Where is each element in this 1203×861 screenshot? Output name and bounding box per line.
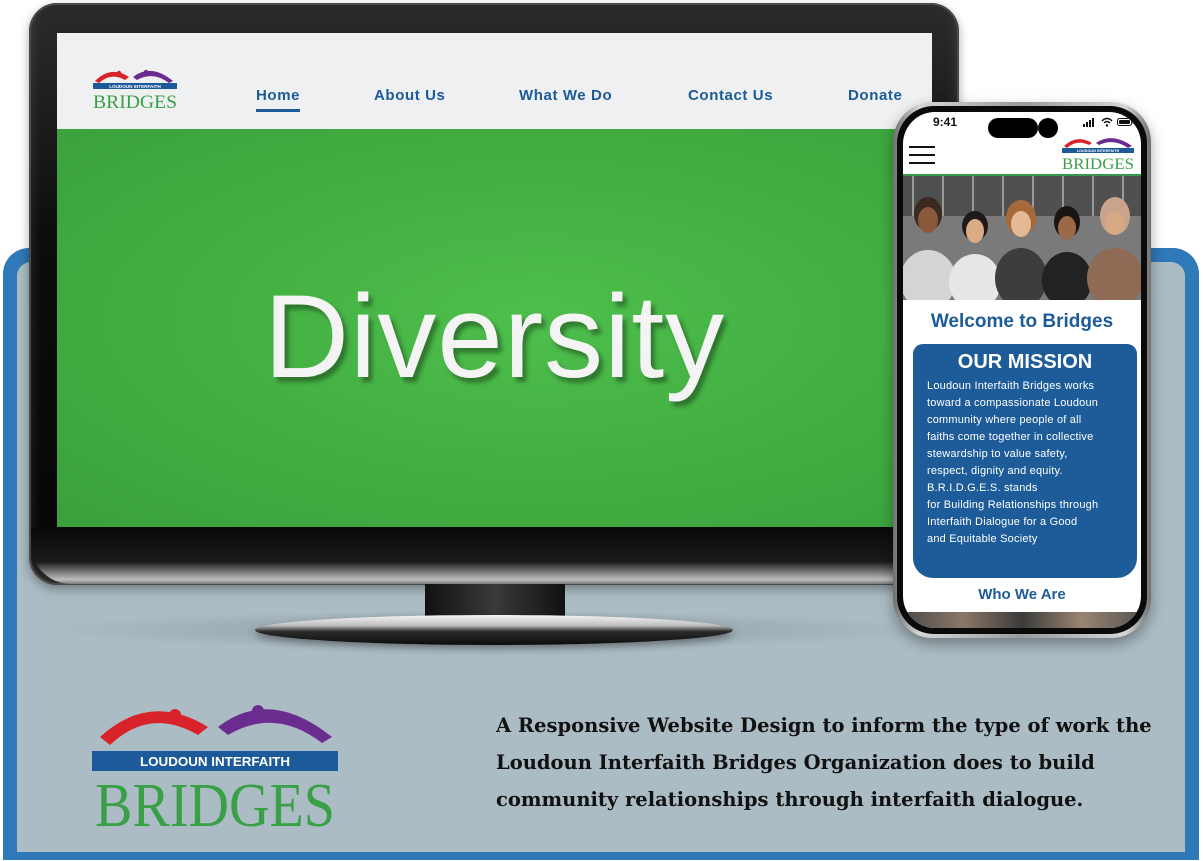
tagline-line: community relationships through interfai… — [496, 788, 1084, 811]
wifi-icon — [1101, 117, 1113, 127]
desktop-website-screen: LOUDOUN INTERFAITH BRIDGES Home About Us… — [57, 33, 932, 527]
phone-header-logo[interactable]: LOUDOUN INTERFAITH BRIDGES — [1058, 132, 1138, 172]
monitor-stand-base — [255, 615, 733, 645]
mission-title: OUR MISSION — [957, 351, 1093, 373]
dynamic-island — [988, 118, 1038, 138]
who-we-are-link[interactable]: Who We Are — [903, 586, 1141, 603]
mission-line: toward a compassionate Loudoun — [927, 397, 1099, 409]
phone-logo-org-text: LOUDOUN INTERFAITH — [1077, 149, 1120, 153]
tagline-line: Loudoun Interfaith Bridges Organization … — [496, 751, 1095, 774]
nav-what-we-do[interactable]: What We Do — [519, 87, 612, 104]
logo-org-text: LOUDOUN INTERFAITH — [140, 754, 290, 769]
mission-line: and Equitable Society — [927, 533, 1038, 545]
red-bridge-arc — [100, 711, 208, 745]
mission-line: Interfaith Dialogue for a Good — [927, 516, 1078, 528]
battery-icon — [1116, 118, 1134, 126]
hero-word: Diversity — [263, 271, 726, 403]
header-logo[interactable]: LOUDOUN INTERFAITH BRIDGES — [89, 63, 181, 113]
project-tagline: A Responsive Website Design to inform th… — [496, 707, 1166, 818]
header-logo-name-text: BRIDGES — [93, 92, 177, 113]
mission-card: OUR MISSION Loudoun Interfaith Bridges w… — [913, 344, 1137, 578]
status-icons — [1083, 117, 1135, 130]
mission-line: B.R.I.D.G.E.S. stands — [927, 482, 1038, 494]
nav-home[interactable]: Home — [256, 87, 301, 112]
mission-line: respect, dignity and equity. — [927, 465, 1063, 477]
mission-text: Loudoun Interfaith Bridges works toward … — [927, 378, 1132, 548]
hero-banner: Diversity — [57, 129, 932, 527]
nav-contact-us[interactable]: Contact Us — [688, 87, 773, 104]
mission-line: for Building Relationships through — [927, 499, 1099, 511]
site-header: LOUDOUN INTERFAITH BRIDGES Home About Us… — [57, 33, 932, 129]
showcase-stage: LOUDOUN INTERFAITH BRIDGES Home About Us… — [0, 0, 1203, 861]
welcome-heading: Welcome to Bridges — [930, 311, 1114, 332]
tagline-line: A Responsive Website Design to inform th… — [496, 714, 1152, 737]
phone-logo-name-text: BRIDGES — [1062, 156, 1134, 172]
signal-icon — [1083, 118, 1094, 127]
mission-line: community where people of all — [927, 414, 1082, 426]
front-camera — [1038, 118, 1058, 138]
phone-bottom-photo-strip — [903, 612, 1141, 628]
menu-icon[interactable] — [909, 146, 935, 166]
purple-bridge-arc — [218, 709, 332, 743]
header-logo-org-text: LOUDOUN INTERFAITH — [109, 84, 161, 89]
status-time: 9:41 — [933, 115, 958, 129]
team-photo — [903, 176, 1141, 300]
nav-donate[interactable]: Donate — [848, 87, 902, 104]
monitor-chin — [31, 528, 957, 584]
mission-line: stewardship to value safety, — [927, 448, 1068, 460]
mission-line: Loudoun Interfaith Bridges works — [927, 380, 1095, 392]
nav-about-us[interactable]: About Us — [374, 87, 445, 104]
logo-name-text: BRIDGES — [95, 772, 335, 832]
mission-line: faiths come together in collective — [927, 431, 1094, 443]
bridges-logo: LOUDOUN INTERFAITH BRIDGES — [92, 705, 338, 832]
mobile-website-screen: 9:41 LOUDOUN INTERFAITH BRIDGES Welcome … — [903, 112, 1141, 628]
